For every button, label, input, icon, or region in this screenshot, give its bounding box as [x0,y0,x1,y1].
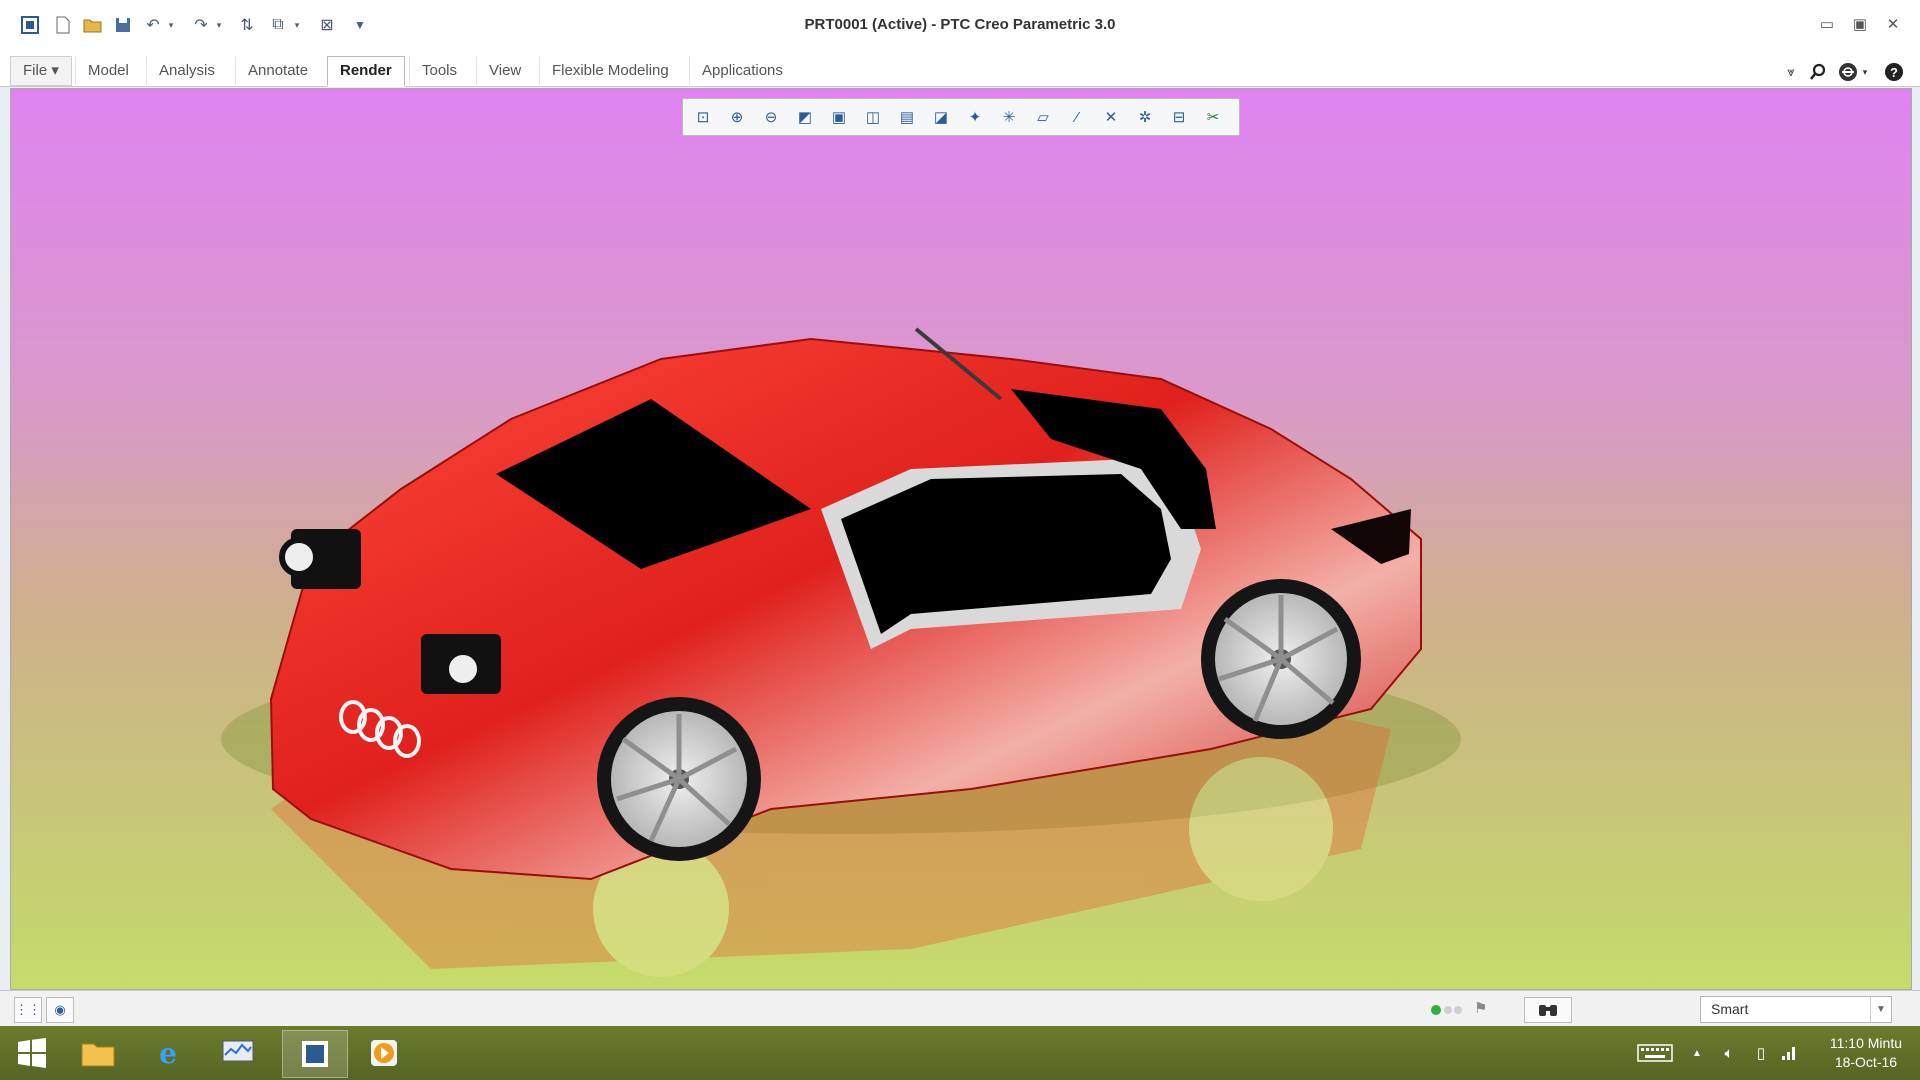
tab-applications[interactable]: Applications [689,56,796,85]
windows-dropdown-icon[interactable]: ▾ [290,13,304,37]
chevron-down-icon[interactable]: ▼ [1870,997,1891,1022]
help-icon[interactable]: ? [1882,60,1906,84]
community-icon[interactable] [1836,60,1860,84]
spin-center-icon[interactable]: ✦ [961,103,989,131]
graphics-toolbar: ⊡ ⊕ ⊖ ◩ ▣ ◫ ▤ ◪ ✦ ✳ ▱ ⁄ ✕ ✲ ⊟ ✂ [682,98,1240,136]
tab-file[interactable]: File ▾ [10,56,72,86]
tab-annotate[interactable]: Annotate [235,56,321,85]
ribbon-tabs: File ▾ Model Analysis Annotate Render To… [0,50,1920,87]
clock-time: 11:10 Mintu [1829,1035,1902,1051]
appearance-icon[interactable]: ✂ [1199,103,1227,131]
browser-toggle-icon[interactable]: ◉ [46,997,74,1023]
minimize-button[interactable]: ▭ [1812,10,1842,38]
exhaust-left [279,529,361,589]
rear-wheel [597,697,761,861]
redo-dropdown-icon[interactable]: ▾ [212,13,226,37]
tab-analysis[interactable]: Analysis [146,56,228,85]
tab-model[interactable]: Model [75,56,142,85]
windows-taskbar: e ▲ 🔈︎ ▯ 11:10 Mintu 18-Oct-16 [0,1026,1920,1080]
windows-icon[interactable]: ⧉ [266,13,290,37]
title-bar: ↶ ▾ ↷ ▾ ⇅ ⧉ ▾ ⊠ ▼ PRT0001 (Active) - PTC… [0,0,1920,51]
regenerate-icon[interactable]: ⇅ [235,13,259,37]
graphics-window[interactable] [10,88,1912,990]
open-icon[interactable] [81,13,105,37]
regeneration-status-icon [1430,1004,1464,1016]
tab-tools[interactable]: Tools [409,56,470,85]
tab-view[interactable]: View [476,56,534,85]
internet-explorer-icon[interactable]: e [136,1030,200,1076]
status-bar: ⋮⋮ ◉ ⚑ Smart ▼ [0,990,1920,1027]
customize-icon[interactable]: ▼ [348,13,372,37]
undo-dropdown-icon[interactable]: ▾ [164,13,178,37]
network-icon[interactable] [1778,1042,1800,1064]
maximize-button[interactable]: ▣ [1845,10,1875,38]
exhaust-right [421,634,501,694]
redo-icon[interactable]: ↷ [189,13,213,37]
keyboard-icon[interactable] [1636,1042,1674,1064]
app-menu-icon[interactable] [18,13,42,37]
front-wheel [1201,579,1361,739]
selection-filter-value: Smart [1711,1001,1749,1017]
volume-icon[interactable]: 🔈︎ [1718,1042,1740,1064]
svg-text:?: ? [1890,65,1898,80]
show-hidden-icon[interactable]: ▲ [1686,1042,1708,1064]
close-button[interactable]: ✕ [1878,10,1908,38]
tab-render[interactable]: Render [327,56,405,87]
file-explorer-icon[interactable] [66,1030,130,1076]
annotation-display-icon[interactable]: ⊟ [1165,103,1193,131]
performance-monitor-icon[interactable] [206,1030,270,1076]
model-tree-toggle-icon[interactable]: ⋮⋮ [14,997,42,1023]
media-player-icon[interactable] [352,1030,416,1076]
car-model [221,327,1461,977]
display-style-icon[interactable]: ▣ [825,103,853,131]
plane-display-icon[interactable]: ▱ [1029,103,1057,131]
creo-icon[interactable] [282,1030,348,1078]
zoom-out-icon[interactable]: ⊖ [757,103,785,131]
start-icon[interactable] [0,1030,64,1076]
flag-icon[interactable]: ⚑ [1474,999,1494,1019]
axis-display-icon[interactable]: ⁄ [1063,103,1091,131]
point-display-icon[interactable]: ✕ [1097,103,1125,131]
battery-icon[interactable]: ▯ [1750,1042,1772,1064]
minimize-ribbon-icon[interactable]: ⩔ [1779,60,1803,84]
undo-icon[interactable]: ↶ [141,13,165,37]
saved-orientations-icon[interactable]: ◫ [859,103,887,131]
save-icon[interactable] [111,13,135,37]
close-window-icon[interactable]: ⊠ [315,13,339,37]
perspective-icon[interactable]: ◪ [927,103,955,131]
system-clock[interactable]: 11:10 Mintu 18-Oct-16 [1830,1034,1902,1072]
selection-filter-dropdown[interactable]: Smart ▼ [1700,996,1892,1023]
search-icon[interactable] [1806,60,1830,84]
view-manager-icon[interactable]: ▤ [893,103,921,131]
zoom-in-icon[interactable]: ⊕ [723,103,751,131]
datum-display-icon[interactable]: ✳ [995,103,1023,131]
tab-flexible-modeling[interactable]: Flexible Modeling [539,56,682,85]
find-icon[interactable] [1524,997,1572,1023]
new-icon[interactable] [51,13,75,37]
clock-date: 18-Oct-16 [1834,1054,1898,1070]
repaint-icon[interactable]: ◩ [791,103,819,131]
csys-display-icon[interactable]: ✲ [1131,103,1159,131]
community-dropdown-icon[interactable]: ▾ [1858,60,1872,84]
refit-icon[interactable]: ⊡ [689,103,717,131]
